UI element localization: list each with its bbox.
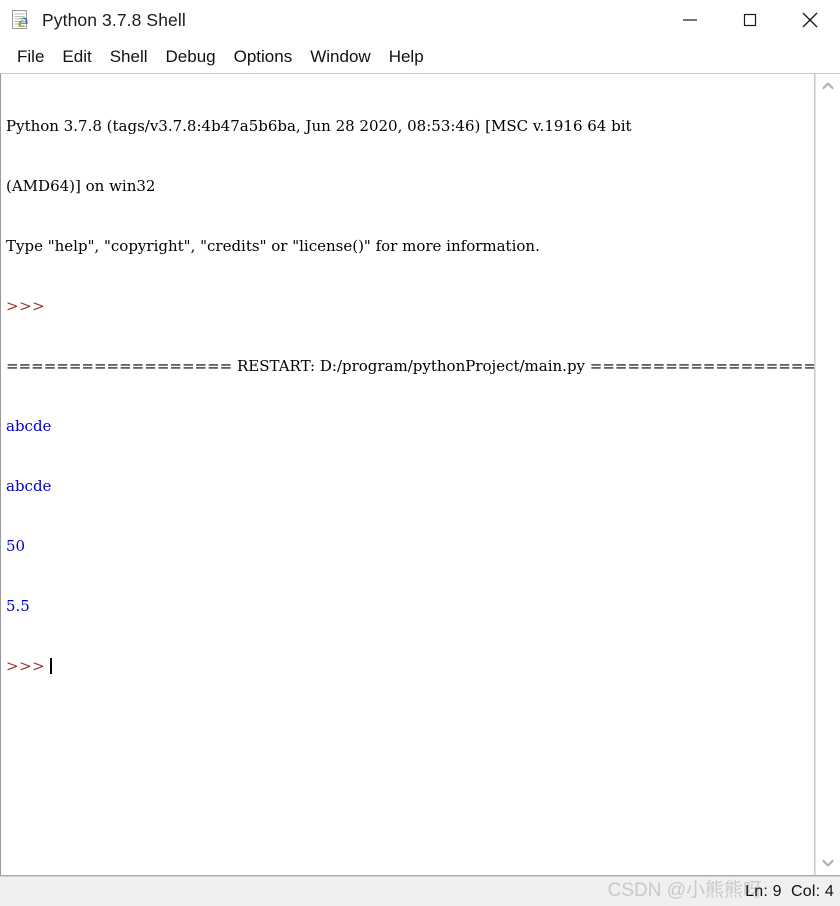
chevron-down-icon[interactable] bbox=[816, 851, 840, 875]
console-line: 50 bbox=[6, 537, 26, 555]
shell-text-area[interactable]: Python 3.7.8 (tags/v3.7.8:4b47a5b6ba, Ju… bbox=[0, 74, 815, 875]
menu-item-file[interactable]: File bbox=[8, 45, 53, 70]
window-controls bbox=[660, 0, 840, 40]
title-bar-left: Python 3.7.8 Shell bbox=[0, 9, 660, 31]
console-output[interactable]: Python 3.7.8 (tags/v3.7.8:4b47a5b6ba, Ju… bbox=[1, 74, 814, 716]
status-bar: CSDN @小熊熊呀 Ln: 9 Col: 4 bbox=[0, 876, 840, 906]
shell-body: Python 3.7.8 (tags/v3.7.8:4b47a5b6ba, Ju… bbox=[0, 74, 840, 876]
close-button[interactable] bbox=[780, 0, 840, 40]
console-line: >>> bbox=[6, 296, 814, 316]
console-line: Type "help", "copyright", "credits" or "… bbox=[6, 237, 540, 255]
text-cursor bbox=[50, 658, 53, 674]
title-bar: Python 3.7.8 Shell bbox=[0, 0, 840, 41]
vertical-scrollbar[interactable] bbox=[815, 74, 840, 875]
console-line: abcde bbox=[6, 417, 52, 435]
python-shell-icon bbox=[11, 9, 33, 31]
menu-item-debug[interactable]: Debug bbox=[157, 45, 225, 70]
menu-item-edit[interactable]: Edit bbox=[53, 45, 100, 70]
console-line: Python 3.7.8 (tags/v3.7.8:4b47a5b6ba, Ju… bbox=[6, 117, 632, 135]
scrollbar-track[interactable] bbox=[816, 98, 840, 851]
minimize-button[interactable] bbox=[660, 0, 720, 40]
console-line: abcde bbox=[6, 477, 52, 495]
console-line: (AMD64)] on win32 bbox=[6, 177, 156, 195]
window-title: Python 3.7.8 Shell bbox=[42, 9, 186, 30]
chevron-up-icon[interactable] bbox=[816, 74, 840, 98]
menu-item-window[interactable]: Window bbox=[301, 45, 379, 70]
maximize-button[interactable] bbox=[720, 0, 780, 40]
console-active-prompt-line: >>> bbox=[6, 656, 814, 676]
console-line: 5.5 bbox=[6, 597, 30, 615]
prompt-marker: >>> bbox=[6, 657, 46, 675]
cursor-position-indicator: Ln: 9 Col: 4 bbox=[745, 882, 834, 900]
prompt-marker: >>> bbox=[6, 297, 46, 315]
menu-item-shell[interactable]: Shell bbox=[101, 45, 157, 70]
csdn-watermark: CSDN @小熊熊呀 bbox=[607, 880, 762, 901]
console-restart-line: ================== RESTART: D:/program/p… bbox=[6, 357, 815, 375]
menu-bar: File Edit Shell Debug Options Window Hel… bbox=[0, 41, 840, 74]
menu-item-options[interactable]: Options bbox=[225, 45, 302, 70]
menu-item-help[interactable]: Help bbox=[380, 45, 433, 70]
idle-shell-window: Python 3.7.8 Shell File Edit Shell Debug… bbox=[0, 0, 840, 906]
